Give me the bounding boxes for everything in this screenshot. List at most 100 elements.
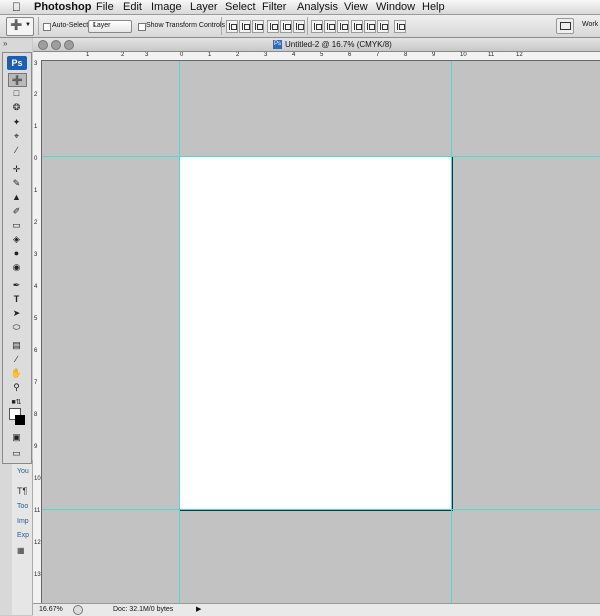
ruler-number: 10	[34, 476, 41, 482]
clone-stamp-tool-icon[interactable]: ▲	[8, 191, 25, 203]
menu-select[interactable]: Select	[225, 1, 256, 13]
chevron-down-icon: ▼	[25, 22, 31, 28]
move-tool-icon: ➕	[10, 20, 23, 31]
guide-vertical-left[interactable]	[179, 61, 180, 603]
close-window-button[interactable]	[38, 40, 48, 50]
path-selection-tool-icon[interactable]: ➤	[8, 307, 25, 319]
align-horizontal-centers-icon[interactable]	[280, 20, 292, 33]
align-top-edges-icon[interactable]	[226, 20, 238, 33]
photoshop-logo[interactable]: Ps	[7, 56, 27, 70]
color-sampler-tool-icon[interactable]: ∕	[8, 353, 25, 365]
apple-menu-icon[interactable]: 	[12, 0, 21, 14]
distribute-bottom-icon[interactable]	[337, 20, 349, 33]
workspace-switcher-icon[interactable]	[556, 18, 574, 34]
document-title: Untitled-2 @ 16.7% (CMYK/8)	[285, 40, 392, 49]
marquee-tool-icon[interactable]: □	[8, 87, 25, 99]
dodge-tool-icon[interactable]: ◉	[8, 261, 25, 273]
ellipse-tool-icon[interactable]: ⬭	[8, 321, 25, 333]
history-brush-tool-icon[interactable]: ✐	[8, 205, 25, 217]
ruler-number: 6	[34, 348, 38, 354]
menu-window[interactable]: Window	[376, 1, 415, 13]
show-transform-controls-checkbox[interactable]	[138, 23, 146, 31]
dropdown-arrows-icon: ↕	[93, 21, 97, 28]
menu-filter[interactable]: Filter	[262, 1, 286, 13]
status-bar: 16.67% Doc: 32.1M/0 bytes ▶	[33, 603, 600, 616]
align-right-edges-icon[interactable]	[293, 20, 305, 33]
menu-view[interactable]: View	[344, 1, 368, 13]
tool-preset-picker[interactable]: ➕ ▼	[6, 17, 34, 36]
panel-label[interactable]: Imp	[17, 518, 29, 525]
document-canvas[interactable]	[179, 156, 453, 511]
guide-vertical-right[interactable]	[451, 61, 452, 603]
auto-select-label: Auto-Select:	[52, 22, 91, 29]
distribute-vertical-centers-icon[interactable]	[324, 20, 336, 33]
zoom-tool-icon[interactable]: ⚲	[8, 381, 25, 393]
menu-layer[interactable]: Layer	[190, 1, 218, 13]
divider	[38, 17, 39, 35]
ruler-number: 10	[460, 52, 467, 58]
hand-tool-icon[interactable]: ✋	[8, 367, 25, 379]
menu-help[interactable]: Help	[422, 1, 445, 13]
auto-align-layers-icon[interactable]	[394, 20, 406, 33]
pen-tool-icon[interactable]: ✒	[8, 279, 25, 291]
type-tool-icon[interactable]: T	[8, 293, 25, 305]
panel-label[interactable]: Exp	[17, 532, 29, 539]
zoom-level[interactable]: 16.67%	[39, 606, 63, 613]
ruler-number: 5	[34, 316, 38, 322]
foreground-color-swatch[interactable]	[15, 415, 25, 425]
panel-icon[interactable]: ▦	[17, 546, 25, 555]
ruler-number: 3	[264, 52, 268, 58]
menu-file[interactable]: File	[96, 1, 114, 13]
distribute-horizontal-centers-icon[interactable]	[364, 20, 376, 33]
status-menu-arrow-icon[interactable]: ▶	[196, 605, 201, 613]
collapse-arrows-icon[interactable]: »	[3, 39, 7, 48]
vertical-ruler[interactable]: 3 2 1 0 1 2 3 4 5 6 7 8 9 10 11 12 13	[33, 60, 42, 603]
guide-horizontal-top[interactable]	[42, 156, 600, 157]
ruler-number: 11	[488, 52, 495, 58]
healing-brush-tool-icon[interactable]: ✛	[8, 163, 25, 175]
menu-analysis[interactable]: Analysis	[297, 1, 338, 13]
auto-select-target-dropdown[interactable]: Layer ↕	[88, 20, 132, 33]
panel-label[interactable]: You	[17, 468, 29, 475]
auto-select-checkbox[interactable]	[43, 23, 51, 31]
status-info-icon[interactable]	[73, 605, 83, 615]
menu-bar:  Photoshop File Edit Image Layer Select…	[0, 0, 600, 15]
ruler-number: 6	[348, 52, 352, 58]
menu-app-photoshop[interactable]: Photoshop	[34, 1, 91, 13]
docked-panel-strip: You T¶ Too Imp Exp ▦	[12, 460, 33, 615]
lasso-tool-icon[interactable]: ❂	[8, 101, 25, 113]
crop-tool-icon[interactable]: ⌖	[8, 130, 25, 142]
screen-mode-icon[interactable]: ▭	[8, 447, 25, 459]
minimize-window-button[interactable]	[51, 40, 61, 50]
paint-bucket-tool-icon[interactable]: ◈	[8, 233, 25, 245]
menu-edit[interactable]: Edit	[123, 1, 142, 13]
eraser-tool-icon[interactable]: ▭	[8, 219, 25, 231]
move-tool-icon[interactable]: ➕	[8, 73, 27, 87]
options-bar: ➕ ▼ Auto-Select: Layer ↕ Show Transform …	[0, 15, 600, 38]
blur-tool-icon[interactable]: ●	[8, 247, 25, 259]
toolbox: Ps ➕ □ ❂ ✦ ⌖ ∕ ✛ ✎ ▲ ✐ ▭ ◈ ● ◉ ✒ T ➤ ⬭ ▤…	[2, 52, 32, 464]
eyedropper-tool-icon[interactable]: ∕	[8, 144, 25, 156]
align-bottom-edges-icon[interactable]	[252, 20, 264, 33]
ruler-number: 3	[34, 252, 38, 258]
align-left-edges-icon[interactable]	[267, 20, 279, 33]
ruler-number: 2	[236, 52, 240, 58]
divider	[307, 17, 308, 35]
distribute-left-icon[interactable]	[351, 20, 363, 33]
horizontal-ruler[interactable]: 1 2 3 0 1 2 3 4 5 6 7 8 9 10 11 12	[42, 52, 600, 61]
distribute-right-icon[interactable]	[377, 20, 389, 33]
notes-tool-icon[interactable]: ▤	[8, 339, 25, 351]
guide-horizontal-bottom[interactable]	[42, 509, 600, 510]
type-panel-icon[interactable]: T¶	[17, 486, 27, 496]
zoom-window-button[interactable]	[64, 40, 74, 50]
panel-label[interactable]: Too	[17, 503, 28, 510]
brush-tool-icon[interactable]: ✎	[8, 177, 25, 189]
distribute-top-icon[interactable]	[311, 20, 323, 33]
align-vertical-centers-icon[interactable]	[239, 20, 251, 33]
menu-image[interactable]: Image	[151, 1, 182, 13]
quick-selection-tool-icon[interactable]: ✦	[8, 116, 25, 128]
quick-mask-icon[interactable]: ▣	[8, 431, 25, 443]
ruler-number: 2	[121, 52, 125, 58]
ruler-number: 7	[376, 52, 380, 58]
document-icon: Ps	[273, 40, 282, 49]
